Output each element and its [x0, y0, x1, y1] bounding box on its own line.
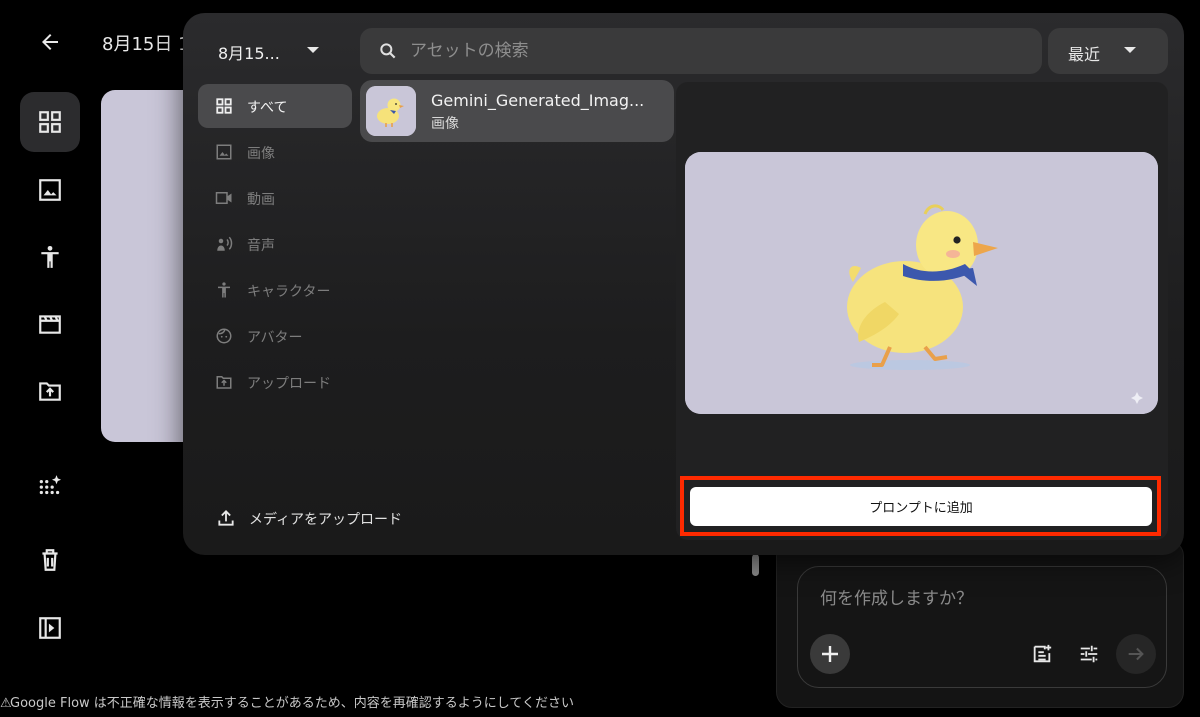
category-label: 音声	[247, 238, 275, 254]
note-add-icon	[1033, 644, 1052, 663]
person-icon	[41, 245, 59, 268]
project-selector-label: 8月15...	[218, 44, 280, 63]
category-label: アバター	[247, 330, 303, 346]
disclaimer: ⚠Google Flow は不正確な情報を表示することがあるため、内容を再確認す…	[0, 692, 574, 711]
category-label: キャラクター	[247, 284, 331, 300]
prompt-builder-button[interactable]	[1027, 638, 1057, 670]
prompt-input[interactable]	[820, 588, 1140, 610]
asset-type: 画像	[431, 116, 459, 132]
face-icon	[216, 328, 232, 344]
rail-characters-button[interactable]	[20, 227, 80, 287]
rail-scenes-button[interactable]	[20, 294, 80, 354]
rail-trash-button[interactable]	[20, 530, 80, 590]
upload-media-button[interactable]: メディアをアップロード	[212, 502, 432, 532]
project-title: 8月15日 1	[102, 34, 190, 55]
add-to-prompt-button[interactable]: プロンプトに追加	[690, 487, 1152, 526]
image-icon	[216, 144, 232, 160]
image-icon	[39, 179, 61, 201]
asset-search-input[interactable]	[410, 39, 1010, 63]
sparkle-grid-icon	[39, 475, 62, 495]
arrow-back-icon	[42, 34, 58, 50]
prompt-box	[797, 566, 1167, 688]
grid-view-icon	[39, 111, 61, 133]
plus-icon	[822, 646, 838, 662]
category-label: すべて	[247, 100, 288, 116]
send-button[interactable]	[1116, 634, 1156, 674]
project-selector[interactable]: 8月15...	[198, 30, 338, 70]
video-camera-icon	[215, 192, 232, 204]
category-audio[interactable]: 音声	[198, 222, 352, 266]
folder-upload-icon	[39, 382, 61, 401]
upload-icon	[218, 510, 234, 526]
side-panel-icon	[39, 617, 61, 639]
caret-down-icon	[307, 47, 319, 53]
tune-icon	[1080, 645, 1098, 663]
category-uploads[interactable]: アップロード	[198, 360, 352, 404]
rail-panel-toggle-button[interactable]	[20, 598, 80, 658]
sort-dropdown[interactable]: 最近	[1048, 28, 1168, 74]
category-label: アップロード	[247, 376, 331, 392]
scrollbar-handle[interactable]	[752, 554, 759, 576]
settings-tune-button[interactable]	[1074, 638, 1104, 670]
asset-search	[360, 28, 1042, 74]
asset-card[interactable]: Gemini_Generated_Imag... 画像	[360, 80, 674, 142]
asset-preview-image	[685, 152, 1158, 414]
search-icon	[380, 43, 396, 59]
grid-view-icon	[216, 98, 232, 114]
trash-icon	[42, 549, 58, 571]
disclaimer-text: Google Flow は不正確な情報を表示することがあるため、内容を再確認する…	[10, 696, 575, 711]
sort-label: 最近	[1068, 45, 1101, 64]
duckling-illustration	[685, 152, 1158, 414]
clapperboard-icon	[39, 315, 61, 334]
category-videos[interactable]: 動画	[198, 176, 352, 220]
category-avatars[interactable]: アバター	[198, 314, 352, 358]
category-label: 画像	[247, 146, 275, 162]
person-icon	[218, 282, 230, 298]
category-characters[interactable]: キャラクター	[198, 268, 352, 312]
rail-images-button[interactable]	[20, 160, 80, 220]
add-media-button[interactable]	[810, 634, 850, 674]
folder-upload-icon	[216, 376, 232, 389]
upload-media-label: メディアをアップロード	[249, 512, 403, 528]
asset-thumbnail	[366, 86, 416, 136]
duckling-thumbnail-image	[366, 86, 416, 136]
rail-upload-folder-button[interactable]	[20, 361, 80, 421]
warning-icon: ⚠	[0, 696, 12, 711]
arrow-forward-icon	[1128, 647, 1144, 661]
category-all[interactable]: すべて	[198, 84, 352, 128]
asset-name: Gemini_Generated_Imag...	[431, 91, 645, 110]
rail-generate-button[interactable]	[20, 456, 80, 516]
rail-all-assets-button[interactable]	[20, 92, 80, 152]
back-button[interactable]	[30, 24, 70, 60]
category-images[interactable]: 画像	[198, 130, 352, 174]
voice-icon	[217, 236, 233, 251]
caret-down-icon	[1124, 47, 1136, 53]
category-label: 動画	[247, 192, 275, 208]
